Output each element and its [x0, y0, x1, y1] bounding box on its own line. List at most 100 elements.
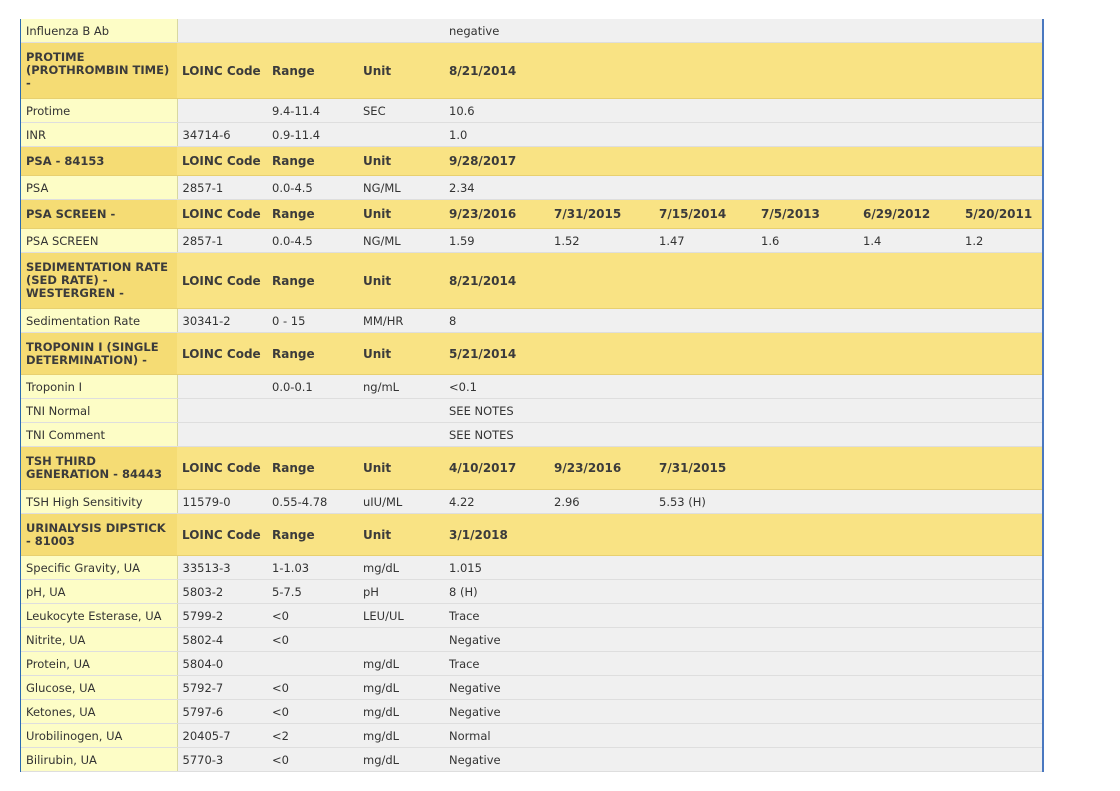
- header-range-cell: Range: [267, 199, 358, 229]
- loinc-code-cell: [177, 422, 267, 447]
- result-3-cell: [654, 19, 756, 43]
- result-1-cell: Negative: [444, 699, 549, 724]
- header-result-1-cell: 9/23/2016: [444, 199, 549, 229]
- header-result-5-cell: [858, 42, 960, 99]
- result-6-cell: [960, 603, 1042, 628]
- header-range-cell: Range: [267, 446, 358, 490]
- unit-cell: mg/dL: [358, 699, 444, 724]
- result-4-cell: [756, 308, 858, 333]
- result-4-cell: [756, 651, 858, 676]
- result-2-cell: [549, 699, 654, 724]
- result-1-cell: Trace: [444, 651, 549, 676]
- result-2-cell: [549, 675, 654, 700]
- header-loinc-code-cell: LOINC Code: [177, 199, 267, 229]
- section-header-row: PSA - 84153 LOINC Code Range Unit 9/28/2017: [21, 146, 1042, 176]
- result-4-cell: [756, 122, 858, 147]
- unit-cell: mg/dL: [358, 747, 444, 772]
- result-6-cell: [960, 98, 1042, 123]
- loinc-code-cell: 2857-1: [177, 228, 267, 253]
- section-header-row: PROTIME (PROTHROMBIN TIME) - LOINC Code Ra…: [21, 42, 1042, 99]
- result-3-cell: [654, 651, 756, 676]
- range-cell: [267, 651, 358, 676]
- result-2-cell: [549, 98, 654, 123]
- loinc-code-cell: [177, 398, 267, 423]
- header-result-4-cell: [756, 513, 858, 556]
- unit-cell: mg/dL: [358, 675, 444, 700]
- result-3-cell: [654, 175, 756, 200]
- result-4-cell: [756, 675, 858, 700]
- result-4-cell: [756, 175, 858, 200]
- result-5-cell: [858, 579, 960, 604]
- header-result-6-cell: 5/20/2011: [960, 199, 1042, 229]
- header-result-6-cell: [960, 332, 1042, 375]
- test-name-cell: TNI Comment: [21, 422, 178, 447]
- result-6-cell: [960, 374, 1042, 399]
- header-result-2-cell: [549, 332, 654, 375]
- result-6-cell: [960, 308, 1042, 333]
- result-6-cell: [960, 489, 1042, 514]
- range-cell: 5-7.5: [267, 579, 358, 604]
- header-result-3-cell: [654, 513, 756, 556]
- result-4-cell: [756, 555, 858, 580]
- range-cell: 0.55-4.78: [267, 489, 358, 514]
- unit-cell: [358, 422, 444, 447]
- loinc-code-cell: 34714-6: [177, 122, 267, 147]
- header-result-4-cell: [756, 332, 858, 375]
- test-name-cell: Bilirubin, UA: [21, 747, 178, 772]
- header-result-4-cell: 7/5/2013: [756, 199, 858, 229]
- result-3-cell: [654, 122, 756, 147]
- header-unit-cell: Unit: [358, 513, 444, 556]
- header-result-3-cell: [654, 252, 756, 309]
- result-6-cell: [960, 651, 1042, 676]
- result-5-cell: [858, 98, 960, 123]
- result-4-cell: [756, 98, 858, 123]
- result-row: Urobilinogen, UA 20405-7 <2 mg/dL Normal: [21, 723, 1042, 748]
- result-row: Protein, UA 5804-0 mg/dL Trace: [21, 651, 1042, 676]
- result-1-cell: Trace: [444, 603, 549, 628]
- unit-cell: SEC: [358, 98, 444, 123]
- range-cell: 0.0-0.1: [267, 374, 358, 399]
- header-unit-cell: Unit: [358, 42, 444, 99]
- result-row: TSH High Sensitivity 11579-0 0.55-4.78 uIU/…: [21, 489, 1042, 514]
- section-header-row: URINALYSIS DIPSTICK - 81003 LOINC Code Ran…: [21, 513, 1042, 556]
- result-3-cell: [654, 98, 756, 123]
- result-6-cell: [960, 122, 1042, 147]
- loinc-code-cell: 5799-2: [177, 603, 267, 628]
- loinc-code-cell: 5792-7: [177, 675, 267, 700]
- result-row: Protime 9.4-11.4 SEC 10.6: [21, 98, 1042, 123]
- header-result-4-cell: [756, 42, 858, 99]
- unit-cell: mg/dL: [358, 651, 444, 676]
- result-1-cell: SEE NOTES: [444, 398, 549, 423]
- header-result-1-cell: 3/1/2018: [444, 513, 549, 556]
- result-2-cell: [549, 747, 654, 772]
- unit-cell: mg/dL: [358, 555, 444, 580]
- header-range-cell: Range: [267, 513, 358, 556]
- result-1-cell: 8 (H): [444, 579, 549, 604]
- result-2-cell: [549, 651, 654, 676]
- section-header-row: PSA SCREEN - LOINC Code Range Unit 9/23/2016…: [21, 199, 1042, 229]
- loinc-code-cell: 11579-0: [177, 489, 267, 514]
- header-loinc-code-cell: LOINC Code: [177, 446, 267, 490]
- result-3-cell: [654, 374, 756, 399]
- range-cell: <0: [267, 747, 358, 772]
- result-6-cell: [960, 675, 1042, 700]
- header-result-3-cell: 7/31/2015: [654, 446, 756, 490]
- header-test-name-cell: URINALYSIS DIPSTICK - 81003: [21, 513, 177, 556]
- header-result-5-cell: [858, 446, 960, 490]
- result-row: Glucose, UA 5792-7 <0 mg/dL Negative: [21, 675, 1042, 700]
- header-range-cell: Range: [267, 42, 358, 99]
- result-1-cell: SEE NOTES: [444, 422, 549, 447]
- result-3-cell: 1.47: [654, 228, 756, 253]
- header-result-3-cell: 7/15/2014: [654, 199, 756, 229]
- result-6-cell: [960, 555, 1042, 580]
- header-result-2-cell: 7/31/2015: [549, 199, 654, 229]
- result-row: PSA 2857-1 0.0-4.5 NG/ML 2.34: [21, 175, 1042, 200]
- range-cell: 9.4-11.4: [267, 98, 358, 123]
- header-test-name-cell: TSH THIRD GENERATION - 84443: [21, 446, 177, 490]
- test-name-cell: pH, UA: [21, 579, 178, 604]
- result-5-cell: [858, 122, 960, 147]
- result-row: TNI Normal SEE NOTES: [21, 398, 1042, 423]
- range-cell: 0.0-4.5: [267, 175, 358, 200]
- range-cell: <0: [267, 603, 358, 628]
- result-1-cell: Normal: [444, 723, 549, 748]
